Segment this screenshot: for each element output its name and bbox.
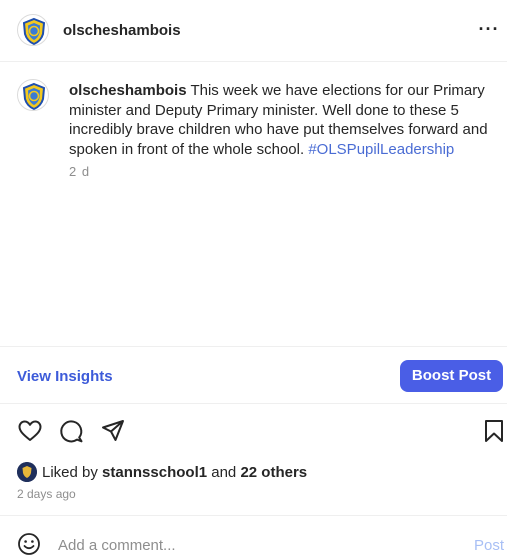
heart-icon[interactable]: [17, 418, 43, 444]
bookmark-icon[interactable]: [481, 418, 507, 444]
liked-by-row: Liked by stannsschool1 and 22 others: [17, 462, 497, 482]
more-options-button[interactable]: ···: [478, 18, 500, 40]
post-comment-button[interactable]: Post: [474, 537, 504, 554]
liked-by-text: Liked by stannsschool1 and 22 others: [42, 464, 307, 481]
caption-username[interactable]: olscheshambois: [69, 82, 187, 99]
post-time-short: 2 d: [69, 164, 91, 179]
comment-icon[interactable]: [58, 418, 84, 444]
emoji-icon[interactable]: [17, 532, 41, 556]
liker-avatar[interactable]: [17, 462, 37, 482]
post-caption: olscheshambois This week we have electio…: [69, 81, 489, 159]
liked-by-joiner: and: [211, 464, 237, 481]
school-crest-icon: [22, 82, 46, 110]
caption-avatar[interactable]: [17, 79, 49, 111]
comment-bar: Post: [0, 515, 507, 556]
header-username[interactable]: olscheshambois: [63, 22, 181, 39]
post-header: olscheshambois ···: [0, 0, 507, 62]
share-icon[interactable]: [100, 418, 126, 444]
profile-avatar[interactable]: [17, 14, 49, 46]
action-bar: [0, 418, 507, 448]
others-count-link[interactable]: 22 others: [240, 464, 307, 481]
boost-post-button[interactable]: Boost Post: [400, 360, 503, 392]
comment-input[interactable]: [58, 536, 438, 554]
school-crest-icon: [22, 17, 46, 45]
post-date: 2 days ago: [17, 487, 76, 501]
liked-by-prefix: Liked by: [42, 464, 98, 481]
insights-row: View Insights Boost Post: [0, 346, 507, 404]
view-insights-link[interactable]: View Insights: [17, 368, 113, 385]
caption-hashtag[interactable]: #OLSPupilLeadership: [308, 141, 454, 158]
school-badge-icon: [17, 462, 37, 482]
liker-username[interactable]: stannsschool1: [102, 464, 207, 481]
